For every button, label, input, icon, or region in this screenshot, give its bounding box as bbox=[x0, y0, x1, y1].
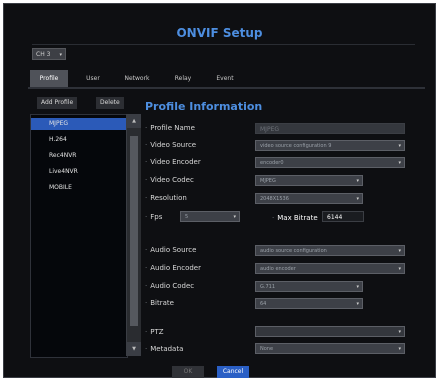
audio-source-select[interactable]: audio source configuration ▾ bbox=[255, 245, 405, 256]
audio-codec-select[interactable]: G.711 ▾ bbox=[255, 281, 363, 292]
tab-user[interactable]: User bbox=[80, 70, 106, 87]
bitrate-label: · Bitrate bbox=[145, 299, 174, 307]
fps-label: · Fps bbox=[145, 213, 163, 221]
cancel-button[interactable]: Cancel bbox=[217, 366, 249, 378]
video-source-value: video source configuration 9 bbox=[260, 143, 332, 149]
metadata-label: · Metadata bbox=[145, 345, 184, 353]
channel-value: CH 3 bbox=[36, 51, 51, 58]
max-bitrate-label: · Max Bitrate bbox=[272, 214, 318, 222]
audio-source-label-text: Audio Source bbox=[150, 246, 197, 254]
video-encoder-value: encoder0 bbox=[260, 160, 284, 166]
video-source-label: · Video Source bbox=[145, 141, 197, 149]
audio-codec-label: · Audio Codec bbox=[145, 282, 195, 290]
resolution-select[interactable]: 2048X1536 ▾ bbox=[255, 193, 363, 204]
bitrate-select[interactable]: 64 ▾ bbox=[255, 298, 363, 309]
profile-name-label-text: Profile Name bbox=[150, 124, 195, 132]
resolution-value: 2048X1536 bbox=[260, 196, 289, 202]
profile-name-label: · Profile Name bbox=[145, 124, 195, 132]
video-codec-select[interactable]: MJPEG ▾ bbox=[255, 175, 363, 186]
add-profile-button[interactable]: Add Profile bbox=[37, 97, 78, 109]
tab-network[interactable]: Network bbox=[118, 70, 156, 87]
chevron-down-icon: ▾ bbox=[398, 248, 401, 254]
profile-list-scrollbar[interactable]: ▲ ▼ bbox=[126, 114, 141, 356]
ptz-label: · PTZ bbox=[145, 328, 164, 336]
scroll-thumb[interactable] bbox=[130, 136, 138, 326]
video-source-label-text: Video Source bbox=[150, 141, 197, 149]
video-encoder-select[interactable]: encoder0 ▾ bbox=[255, 157, 405, 168]
profile-name-field[interactable]: MJPEG bbox=[255, 123, 405, 134]
audio-codec-label-text: Audio Codec bbox=[150, 282, 195, 290]
tab-event[interactable]: Event bbox=[208, 70, 242, 87]
video-codec-value: MJPEG bbox=[260, 178, 276, 184]
fps-value: 5 bbox=[185, 214, 189, 220]
audio-encoder-select[interactable]: audio encoder ▾ bbox=[255, 263, 405, 274]
list-item-h264[interactable]: H.264 bbox=[31, 134, 127, 146]
video-source-select[interactable]: video source configuration 9 ▾ bbox=[255, 140, 405, 151]
chevron-down-icon: ▾ bbox=[356, 301, 359, 307]
chevron-down-icon: ▾ bbox=[398, 329, 401, 335]
chevron-down-icon: ▾ bbox=[398, 266, 401, 272]
ptz-select[interactable]: ▾ bbox=[255, 326, 405, 337]
section-title: Profile Information bbox=[145, 100, 263, 113]
chevron-down-icon: ▾ bbox=[398, 346, 401, 352]
metadata-value: None bbox=[260, 346, 274, 352]
onvif-setup-window: ONVIF Setup CH 3 ▾ Profile User Network … bbox=[3, 3, 436, 378]
chevron-down-icon: ▾ bbox=[233, 214, 236, 220]
delete-button[interactable]: Delete bbox=[96, 97, 124, 109]
bitrate-label-text: Bitrate bbox=[150, 299, 174, 307]
audio-source-value: audio source configuration bbox=[260, 248, 327, 254]
audio-source-label: · Audio Source bbox=[145, 246, 197, 254]
bitrate-value: 64 bbox=[260, 301, 267, 307]
tab-relay[interactable]: Relay bbox=[168, 70, 198, 87]
video-encoder-label: · Video Encoder bbox=[145, 158, 201, 166]
audio-encoder-label-text: Audio Encoder bbox=[150, 264, 201, 272]
window-title: ONVIF Setup bbox=[176, 26, 263, 40]
chevron-down-icon: ▾ bbox=[59, 52, 62, 58]
list-item-live4nvr[interactable]: Live4NVR bbox=[31, 166, 127, 178]
list-item-mjpeg[interactable]: MJPEG bbox=[31, 118, 127, 130]
ok-button[interactable]: OK bbox=[172, 366, 204, 378]
fps-label-text: Fps bbox=[150, 213, 163, 221]
channel-select[interactable]: CH 3 ▾ bbox=[32, 48, 66, 60]
resolution-label-text: Resolution bbox=[150, 194, 187, 202]
ptz-label-text: PTZ bbox=[150, 328, 164, 336]
chevron-down-icon: ▾ bbox=[398, 160, 401, 166]
scroll-down-icon[interactable]: ▼ bbox=[127, 342, 141, 356]
audio-encoder-value: audio encoder bbox=[260, 266, 296, 272]
video-codec-label: · Video Codec bbox=[145, 176, 194, 184]
tab-profile[interactable]: Profile bbox=[30, 70, 68, 87]
max-bitrate-label-text: Max Bitrate bbox=[277, 214, 318, 222]
tab-bar: Profile User Network Relay Event bbox=[28, 70, 425, 89]
scroll-up-icon[interactable]: ▲ bbox=[127, 114, 141, 128]
chevron-down-icon: ▾ bbox=[356, 284, 359, 290]
profile-list: MJPEG H.264 Rec4NVR Live4NVR MOBILE bbox=[30, 114, 128, 358]
title-divider bbox=[32, 44, 415, 45]
audio-encoder-label: · Audio Encoder bbox=[145, 264, 201, 272]
video-codec-label-text: Video Codec bbox=[150, 176, 194, 184]
list-item-rec4nvr[interactable]: Rec4NVR bbox=[31, 150, 127, 162]
max-bitrate-field[interactable]: 6144 bbox=[322, 211, 364, 222]
chevron-down-icon: ▾ bbox=[356, 196, 359, 202]
chevron-down-icon: ▾ bbox=[398, 143, 401, 149]
chevron-down-icon: ▾ bbox=[356, 178, 359, 184]
resolution-label: · Resolution bbox=[145, 194, 187, 202]
list-item-mobile[interactable]: MOBILE bbox=[31, 182, 127, 194]
fps-select[interactable]: 5 ▾ bbox=[180, 211, 240, 222]
metadata-select[interactable]: None ▾ bbox=[255, 343, 405, 354]
video-encoder-label-text: Video Encoder bbox=[150, 158, 201, 166]
metadata-label-text: Metadata bbox=[150, 345, 184, 353]
audio-codec-value: G.711 bbox=[260, 284, 276, 290]
